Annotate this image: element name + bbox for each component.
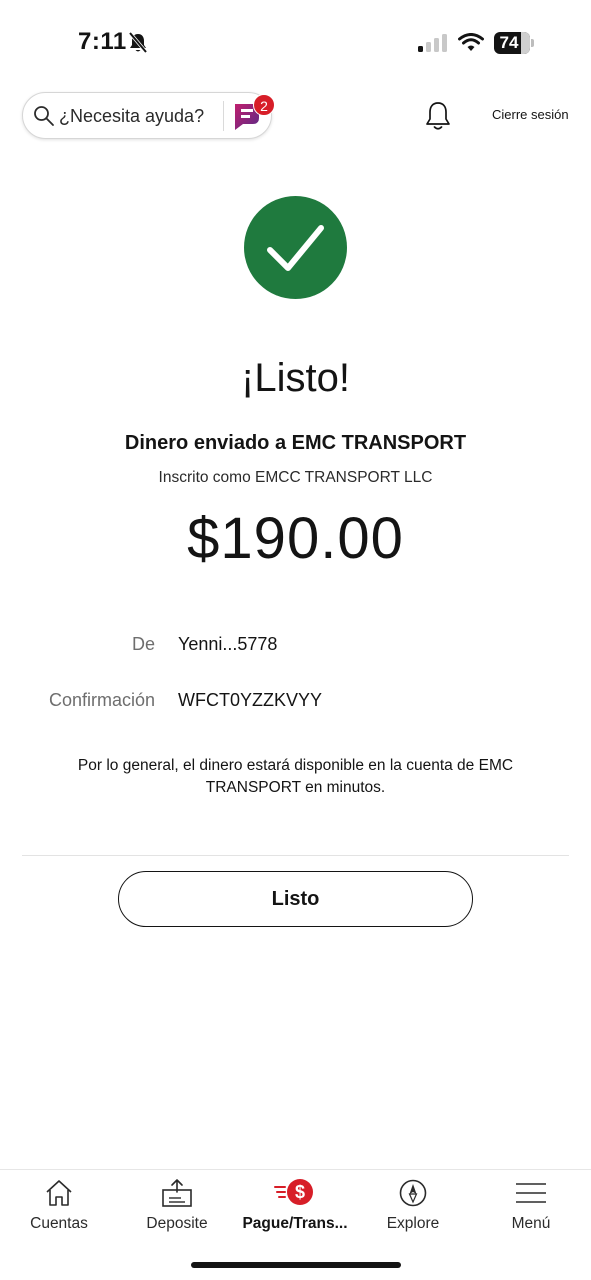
success-check-icon bbox=[244, 196, 347, 299]
transfer-amount: $190.00 bbox=[187, 506, 404, 571]
recipient-line: Dinero enviado a EMC TRANSPORT bbox=[124, 432, 467, 454]
battery-indicator: 74 bbox=[494, 32, 534, 54]
availability-note: Por lo general, el dinero estará disponi… bbox=[77, 757, 514, 796]
home-indicator[interactable] bbox=[191, 1262, 401, 1268]
pay-transfer-icon: $ bbox=[273, 1178, 317, 1213]
nav-item-accounts[interactable]: Cuentas bbox=[0, 1170, 118, 1250]
done-button[interactable]: Listo bbox=[118, 871, 473, 927]
from-label: De bbox=[131, 634, 155, 654]
nav-item-deposit[interactable]: Deposite bbox=[118, 1170, 236, 1250]
confirmation-number: WFCT0YZZKVYY bbox=[178, 690, 323, 710]
home-icon bbox=[44, 1178, 74, 1213]
enrolled-as-line: Inscrito como EMCC TRANSPORT LLC bbox=[158, 469, 433, 486]
nav-label: Deposite bbox=[146, 1215, 208, 1232]
silent-mode-icon bbox=[128, 31, 148, 59]
search-icon bbox=[33, 105, 55, 132]
battery-level: 74 bbox=[499, 33, 519, 52]
nav-label: Pague/Trans... bbox=[242, 1215, 348, 1232]
nav-label: Explore bbox=[386, 1215, 440, 1232]
divider bbox=[223, 101, 224, 131]
from-account-value: Yenni...5778 bbox=[178, 634, 278, 654]
nav-item-explore[interactable]: Explore bbox=[354, 1170, 472, 1250]
svg-text:$: $ bbox=[295, 1182, 305, 1202]
deposit-icon bbox=[161, 1178, 193, 1213]
help-search-label: ¿Necesita ayuda? bbox=[59, 106, 205, 126]
nav-label: Menú bbox=[511, 1215, 551, 1232]
help-search-bar[interactable]: ¿Necesita ayuda? 2 bbox=[22, 92, 275, 139]
nav-label: Cuentas bbox=[30, 1215, 88, 1232]
cell-signal-icon bbox=[418, 34, 450, 52]
menu-icon bbox=[515, 1178, 547, 1213]
nav-item-pay-transfer[interactable]: $ Pague/Trans... bbox=[236, 1170, 354, 1250]
nav-item-menu[interactable]: Menú bbox=[472, 1170, 590, 1250]
status-time: 7:11 bbox=[78, 28, 127, 55]
compass-icon bbox=[398, 1178, 428, 1213]
status-bar: 7:11 74 bbox=[0, 0, 591, 80]
page-title: ¡Listo! bbox=[241, 356, 350, 400]
notification-count-badge: 2 bbox=[253, 94, 275, 116]
divider bbox=[22, 855, 569, 856]
notifications-bell-icon[interactable] bbox=[424, 100, 452, 137]
confirmation-label: Confirmación bbox=[48, 690, 155, 710]
wifi-icon bbox=[458, 33, 484, 58]
logout-link[interactable]: Cierre sesión bbox=[492, 107, 569, 122]
